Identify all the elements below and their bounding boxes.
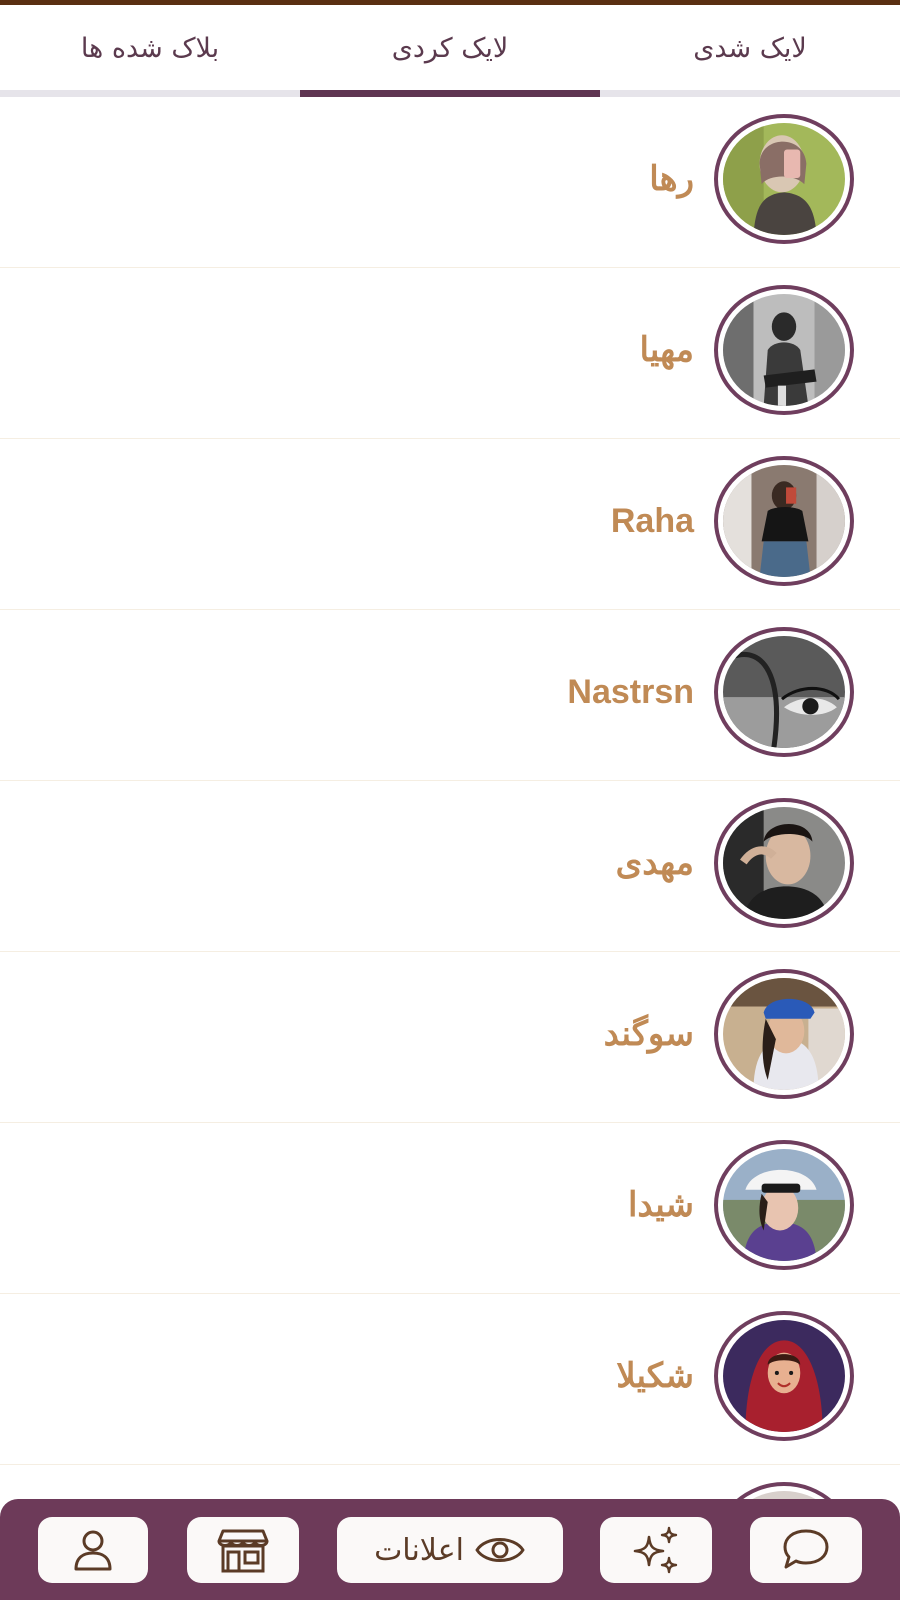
tab-bar: بلاک شده ها لایک کردی لایک شدی: [0, 5, 900, 91]
user-avatar[interactable]: [714, 798, 854, 928]
sparkles-button[interactable]: [600, 1517, 712, 1583]
user-avatar[interactable]: [714, 1482, 854, 1499]
user-row[interactable]: Nastrsn: [0, 610, 900, 781]
user-name: رها: [649, 160, 694, 198]
user-avatar[interactable]: [714, 114, 854, 244]
sparkles-icon: [633, 1526, 678, 1574]
user-name: Raha: [610, 502, 694, 540]
user-row[interactable]: مهیا: [0, 268, 900, 439]
eye-icon: [475, 1538, 525, 1562]
user-name: مهدی: [615, 844, 694, 882]
active-tab-indicator: [300, 90, 600, 97]
user-row[interactable]: Raha: [0, 439, 900, 610]
bottom-nav-bar: اعلانات: [0, 1499, 900, 1600]
tab-liked-you[interactable]: لایک شدی: [600, 5, 900, 91]
tab-blocked[interactable]: بلاک شده ها: [0, 5, 300, 91]
user-name: سوگند: [603, 1015, 694, 1053]
liked-users-list: رها مهیا Raha Nastrsn مهدی سوگند شیدا شک…: [0, 97, 900, 1499]
user-name: شکیلا: [616, 1357, 694, 1395]
tab-you-liked[interactable]: لایک کردی: [300, 5, 600, 91]
user-avatar[interactable]: [714, 627, 854, 757]
user-name: مهیا: [639, 331, 694, 369]
user-avatar[interactable]: [714, 969, 854, 1099]
shop-icon: [217, 1529, 269, 1573]
tab-liked-you-label: لایک شدی: [693, 32, 807, 64]
profile-icon: [74, 1530, 112, 1571]
tab-blocked-label: بلاک شده ها: [80, 32, 220, 64]
user-row[interactable]: رها: [0, 97, 900, 268]
user-row[interactable]: [0, 1465, 900, 1499]
chat-icon: [783, 1529, 829, 1569]
shop-button[interactable]: [187, 1517, 299, 1583]
user-row[interactable]: سوگند: [0, 952, 900, 1123]
notifications-label: اعلانات: [374, 1532, 464, 1568]
user-row[interactable]: شکیلا: [0, 1294, 900, 1465]
user-avatar[interactable]: [714, 1140, 854, 1270]
profile-button[interactable]: [38, 1517, 148, 1583]
notifications-button[interactable]: اعلانات: [337, 1517, 563, 1583]
tab-you-liked-label: لایک کردی: [391, 32, 509, 64]
chat-button[interactable]: [750, 1517, 862, 1583]
user-avatar[interactable]: [714, 285, 854, 415]
user-avatar[interactable]: [714, 456, 854, 586]
user-name: شیدا: [627, 1186, 694, 1224]
user-row[interactable]: مهدی: [0, 781, 900, 952]
user-name: Nastrsn: [567, 673, 694, 711]
user-avatar[interactable]: [714, 1311, 854, 1441]
user-row[interactable]: شیدا: [0, 1123, 900, 1294]
